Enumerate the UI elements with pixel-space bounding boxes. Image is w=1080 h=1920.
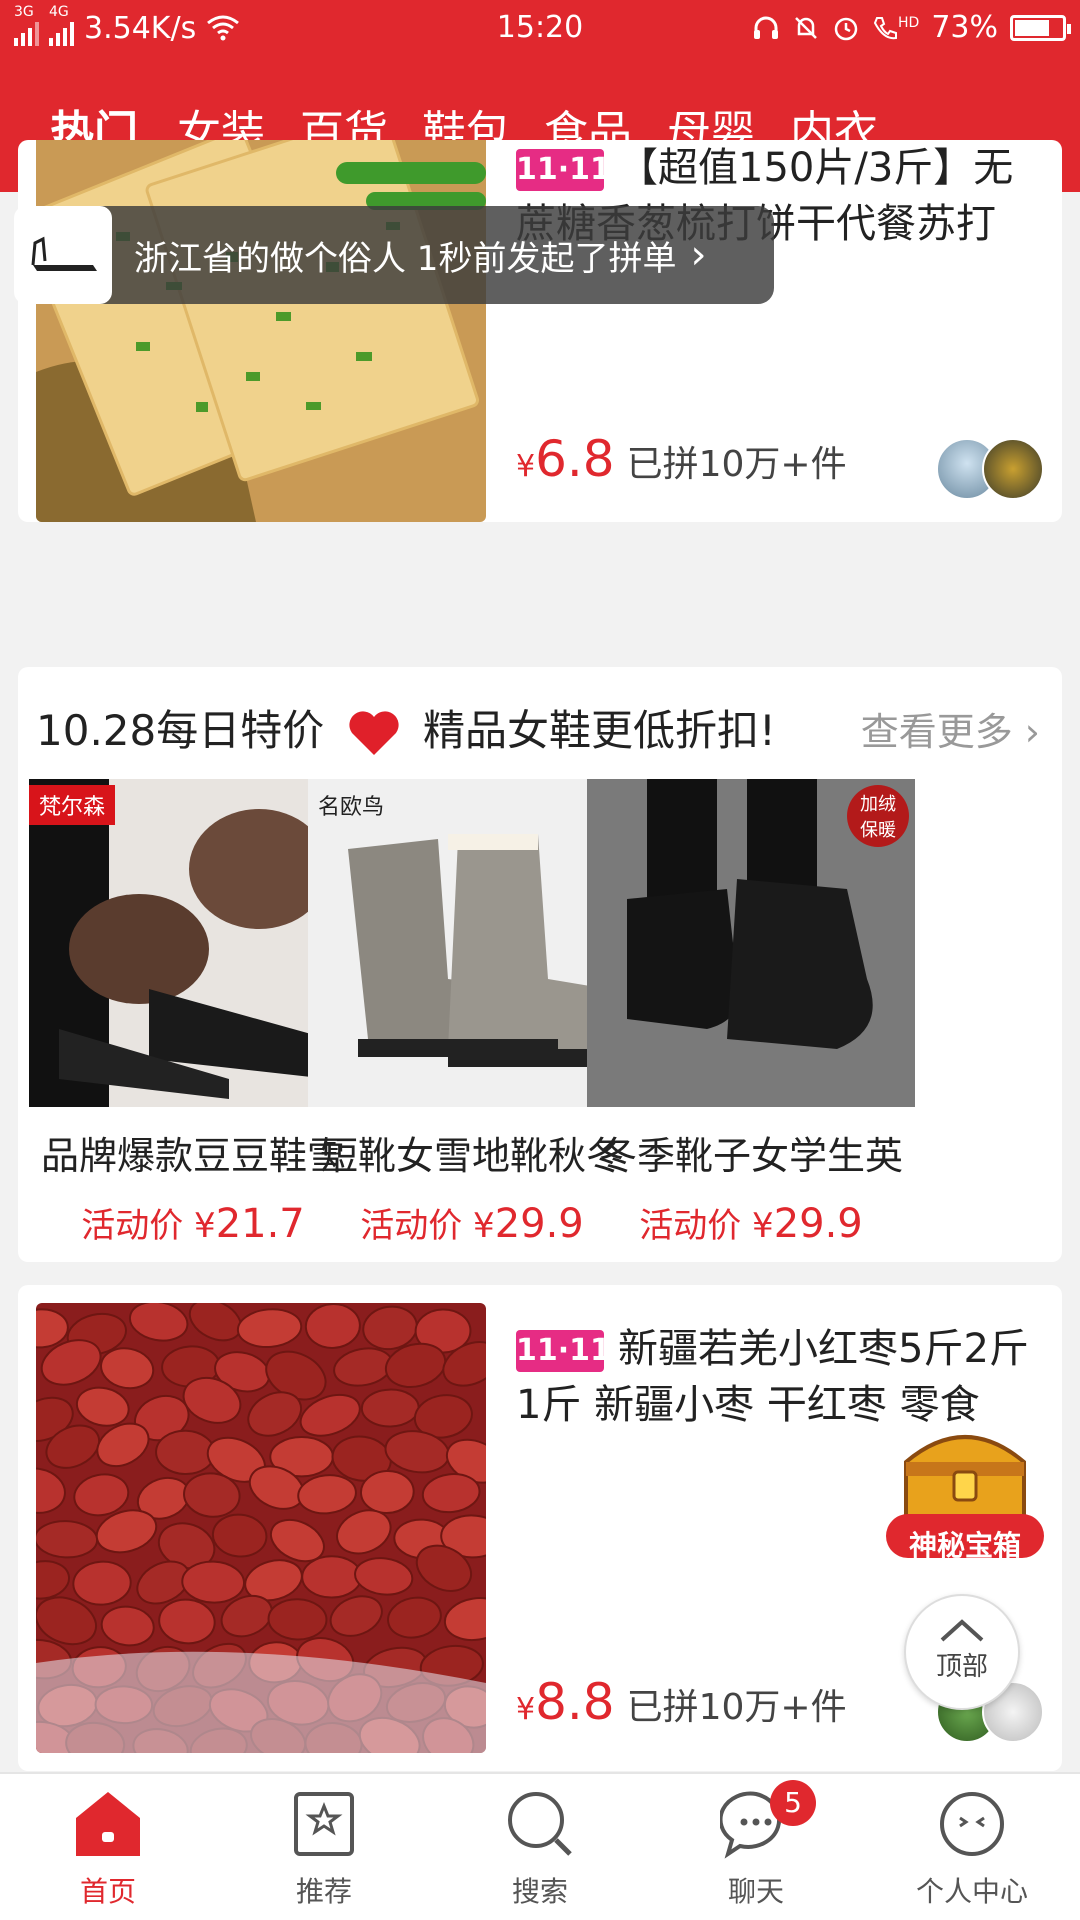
home-icon — [72, 1788, 144, 1860]
profile-face-icon — [936, 1788, 1008, 1860]
battery-icon — [1010, 14, 1071, 41]
price-value: 8.8 — [535, 1673, 615, 1731]
notification-text: 浙江省的做个俗人 1秒前发起了拼单 — [134, 238, 677, 279]
brand-tag: 梵尔森 — [29, 785, 116, 825]
red-date — [301, 1555, 363, 1599]
special-item-price: 活动价 ¥29.9 — [587, 1198, 915, 1247]
special-item-name: 冬季靴子女学生英 — [598, 1134, 903, 1178]
unread-badge: 5 — [770, 1780, 816, 1826]
nav-search[interactable]: 搜索 — [432, 1788, 648, 1910]
brand-tag: 加绒保暖 — [847, 785, 909, 847]
red-date — [155, 1429, 216, 1476]
nav-label: 推荐 — [295, 1875, 352, 1908]
section-title: 10.28每日特价 精品女鞋更低折扣! — [36, 697, 776, 758]
double11-badge: 11·11 — [516, 149, 611, 191]
see-more-link[interactable]: 查看更多 › — [861, 701, 1040, 756]
price-label: 活动价 ¥ — [81, 1206, 216, 1246]
price-value: 21.7 — [215, 1201, 305, 1247]
price-row: ¥ 8.8 已拼10万+件 — [516, 1673, 847, 1731]
product-card[interactable]: 11·11【超值150片/3斤】无蔗糖香葱梳打饼干代餐苏打 ¥ 6.8 已拼10… — [18, 140, 1062, 522]
chevron-right-icon: › — [1024, 710, 1040, 754]
price-value: 29.9 — [773, 1201, 863, 1247]
nav-label: 个人中心 — [915, 1875, 1028, 1908]
alarm-icon — [834, 17, 858, 40]
nav-label: 搜索 — [511, 1875, 568, 1908]
cracker-image — [36, 140, 486, 522]
section-date: 10.28每日特价 — [36, 706, 325, 755]
app-root: 3G 4G 3.54K/s 15:20 HD 73% 热门 女装 百货 鞋包 食… — [0, 0, 1080, 1920]
red-date — [360, 1388, 420, 1428]
back-to-top-label: 顶部 — [935, 1652, 988, 1682]
price-label: 活动价 ¥ — [360, 1206, 495, 1246]
bottom-navigation: 首页 推荐 搜索 5 聊天 个人中心 — [0, 1772, 1080, 1920]
mystery-box-label: 神秘宝箱 — [908, 1529, 1021, 1562]
special-item[interactable]: 加绒保暖 冬季靴子女学生英 活动价 ¥29.9 — [587, 779, 915, 1247]
see-more-label: 查看更多 — [860, 710, 1013, 754]
price-row: ¥ 6.8 已拼10万+件 — [516, 430, 847, 488]
nav-profile[interactable]: 个人中心 — [864, 1788, 1080, 1910]
back-to-top-button[interactable]: 顶部 — [904, 1594, 1020, 1710]
sold-count: 已拼10万+件 — [626, 1687, 847, 1728]
bell-muted-icon — [795, 16, 817, 39]
mystery-box-widget[interactable]: 神秘宝箱 — [876, 1402, 1054, 1570]
call-hd-icon: HD — [872, 15, 919, 41]
nav-label: 聊天 — [727, 1875, 784, 1908]
product-image[interactable] — [36, 140, 486, 522]
battery-percent: 73% — [931, 10, 998, 45]
headset-icon — [754, 16, 778, 39]
notification-thumbnail — [14, 206, 112, 304]
daily-special-section: 10.28每日特价 精品女鞋更低折扣! 查看更多 › 梵尔森 品牌爆款豆豆鞋雪 … — [18, 667, 1062, 1262]
search-icon — [504, 1788, 576, 1860]
group-buy-notification[interactable]: 浙江省的做个俗人 1秒前发起了拼单 › — [14, 206, 774, 304]
brand-tag: 名欧鸟 — [318, 795, 385, 820]
status-right: HD 73% — [752, 10, 1071, 45]
star-bookmark-icon — [288, 1788, 360, 1860]
red-date — [267, 1598, 328, 1641]
sold-count: 已拼10万+件 — [626, 444, 847, 485]
heart-icon — [349, 710, 399, 755]
nav-chat[interactable]: 5 聊天 — [648, 1780, 864, 1910]
chevron-up-icon — [940, 1619, 984, 1642]
nav-home[interactable]: 首页 — [0, 1788, 216, 1910]
battery-level — [1015, 19, 1049, 36]
double11-badge: 11·11 — [516, 1330, 611, 1372]
nav-label: 首页 — [79, 1875, 136, 1908]
hd-label: HD — [898, 14, 920, 31]
price-label: 活动价 ¥ — [639, 1206, 774, 1246]
product-image[interactable] — [36, 1303, 486, 1753]
chevron-right-icon: › — [690, 232, 707, 278]
nav-recommend[interactable]: 推荐 — [216, 1788, 432, 1910]
status-bar: 3G 4G 3.54K/s 15:20 HD 73% — [0, 0, 1080, 58]
section-headline: 精品女鞋更低折扣! — [422, 706, 776, 755]
currency-symbol: ¥ — [516, 1692, 536, 1727]
shoe-image: 加绒保暖 — [587, 779, 915, 1107]
red-dates-image — [36, 1303, 486, 1753]
avatar — [982, 438, 1044, 500]
price-value: 6.8 — [535, 430, 615, 488]
currency-symbol: ¥ — [516, 449, 536, 484]
price-value: 29.9 — [494, 1201, 584, 1247]
chat-bubble-icon: 5 — [718, 1780, 816, 1860]
buyer-avatars — [936, 438, 1044, 500]
